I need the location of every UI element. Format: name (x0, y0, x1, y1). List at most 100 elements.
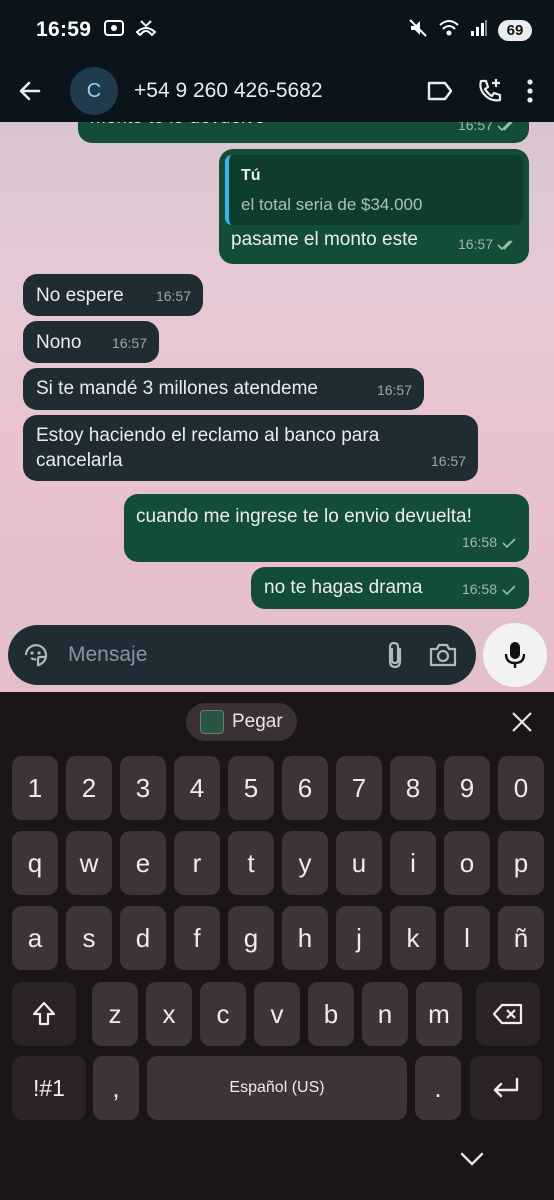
key-1[interactable]: 1 (12, 756, 58, 820)
message-bubble-outgoing[interactable]: monto te lo devuelvo 16:57 (78, 122, 529, 143)
key-u[interactable]: u (336, 831, 382, 895)
message-text: Si te mandé 3 millones atendeme (36, 378, 318, 399)
key-j[interactable]: j (336, 906, 382, 970)
message-input[interactable] (68, 643, 362, 667)
key-x[interactable]: x (146, 982, 192, 1046)
symbols-key[interactable]: !#1 (12, 1056, 86, 1120)
keyboard-toolbar: Pegar (0, 692, 554, 752)
paste-button[interactable]: Pegar (186, 703, 297, 741)
close-toolbar-button[interactable] (510, 710, 534, 739)
key-2[interactable]: 2 (66, 756, 112, 820)
key-3[interactable]: 3 (120, 756, 166, 820)
message-time: 16:57 (430, 453, 466, 469)
comma-key[interactable]: , (93, 1056, 139, 1120)
message-bubble-outgoing[interactable]: no te hagas drama 16:58 (251, 567, 529, 609)
shift-key[interactable] (12, 982, 76, 1046)
key-i[interactable]: i (390, 831, 436, 895)
back-arrow-icon (19, 81, 41, 101)
key-6[interactable]: 6 (282, 756, 328, 820)
voice-message-button[interactable] (483, 623, 547, 687)
key-9[interactable]: 9 (444, 756, 490, 820)
chat-area[interactable]: monto te lo devuelvo 16:57 Tú el total s… (0, 122, 554, 692)
message-bubble-incoming[interactable]: No espere 16:57 (23, 274, 203, 316)
message-time: 16:58 (461, 581, 497, 597)
more-options-button[interactable] (526, 78, 534, 104)
key-ñ[interactable]: ñ (498, 906, 544, 970)
key-e[interactable]: e (120, 831, 166, 895)
wifi-icon (438, 18, 460, 43)
key-n[interactable]: n (362, 982, 408, 1046)
screenshot-icon (103, 18, 125, 43)
key-4[interactable]: 4 (174, 756, 220, 820)
key-b[interactable]: b (308, 982, 354, 1046)
message-bubble-incoming[interactable]: Estoy haciendo el reclamo al banco para … (23, 415, 478, 481)
key-f[interactable]: f (174, 906, 220, 970)
chevron-down-icon (460, 1152, 484, 1166)
key-c[interactable]: c (200, 982, 246, 1046)
key-h[interactable]: h (282, 906, 328, 970)
message-text: Nono (36, 332, 82, 353)
key-r[interactable]: r (174, 831, 220, 895)
key-w[interactable]: w (66, 831, 112, 895)
hide-keyboard-button[interactable] (458, 1150, 486, 1173)
avatar[interactable]: C (70, 67, 118, 115)
paste-label: Pegar (232, 711, 283, 732)
key-s[interactable]: s (66, 906, 112, 970)
contact-name[interactable]: +54 9 260 426-5682 (134, 79, 323, 103)
signal-icon (470, 19, 488, 42)
label-button[interactable] (426, 80, 454, 102)
close-icon (512, 712, 532, 732)
missed-call-icon (135, 18, 157, 43)
enter-key[interactable] (470, 1056, 542, 1120)
message-bubble-incoming[interactable]: Nono 16:57 (23, 321, 159, 363)
key-0[interactable]: 0 (498, 756, 544, 820)
add-call-button[interactable] (476, 77, 504, 105)
message-time: 16:58 (461, 534, 497, 550)
key-v[interactable]: v (254, 982, 300, 1046)
key-y[interactable]: y (282, 831, 328, 895)
key-q[interactable]: q (12, 831, 58, 895)
status-bar: 16:59 69 (0, 0, 554, 60)
camera-button[interactable] (428, 642, 458, 668)
message-time: 16:57 (457, 122, 493, 133)
chat-header: C +54 9 260 426-5682 (0, 60, 554, 122)
message-time: 16:57 (155, 288, 191, 304)
key-a[interactable]: a (12, 906, 58, 970)
sticker-button[interactable] (22, 641, 50, 669)
read-check-icon (497, 122, 513, 131)
key-p[interactable]: p (498, 831, 544, 895)
clipboard-thumbnail (200, 710, 224, 734)
key-l[interactable]: l (444, 906, 490, 970)
key-d[interactable]: d (120, 906, 166, 970)
message-bubble-outgoing[interactable]: cuando me ingrese te lo envio devuelta! … (124, 494, 529, 562)
key-g[interactable]: g (228, 906, 274, 970)
key-k[interactable]: k (390, 906, 436, 970)
more-vert-icon (527, 79, 533, 103)
quoted-message[interactable]: Tú el total seria de $34.000 (225, 155, 523, 225)
key-5[interactable]: 5 (228, 756, 274, 820)
sent-check-icon (502, 537, 516, 548)
navigation-bar (0, 1134, 554, 1200)
key-o[interactable]: o (444, 831, 490, 895)
message-composer (8, 625, 476, 685)
message-text: no te hagas drama (264, 577, 423, 598)
message-time: 16:57 (376, 382, 412, 398)
battery-indicator: 69 (498, 19, 532, 41)
message-bubble-incoming[interactable]: Si te mandé 3 millones atendeme 16:57 (23, 368, 424, 410)
attach-icon (388, 641, 402, 669)
key-t[interactable]: t (228, 831, 274, 895)
key-8[interactable]: 8 (390, 756, 436, 820)
backspace-key[interactable] (476, 982, 540, 1046)
attach-button[interactable] (384, 640, 406, 670)
message-text: pasame el monto este (231, 229, 418, 250)
key-z[interactable]: z (92, 982, 138, 1046)
key-m[interactable]: m (416, 982, 462, 1046)
message-text: monto te lo devuelvo (90, 122, 265, 130)
message-bubble-outgoing[interactable]: Tú el total seria de $34.000 pasame el m… (219, 149, 529, 264)
label-icon (427, 81, 453, 101)
back-button[interactable] (0, 60, 60, 122)
period-key[interactable]: . (415, 1056, 461, 1120)
enter-icon (493, 1077, 519, 1098)
space-key[interactable]: Español (US) (147, 1056, 407, 1120)
key-7[interactable]: 7 (336, 756, 382, 820)
